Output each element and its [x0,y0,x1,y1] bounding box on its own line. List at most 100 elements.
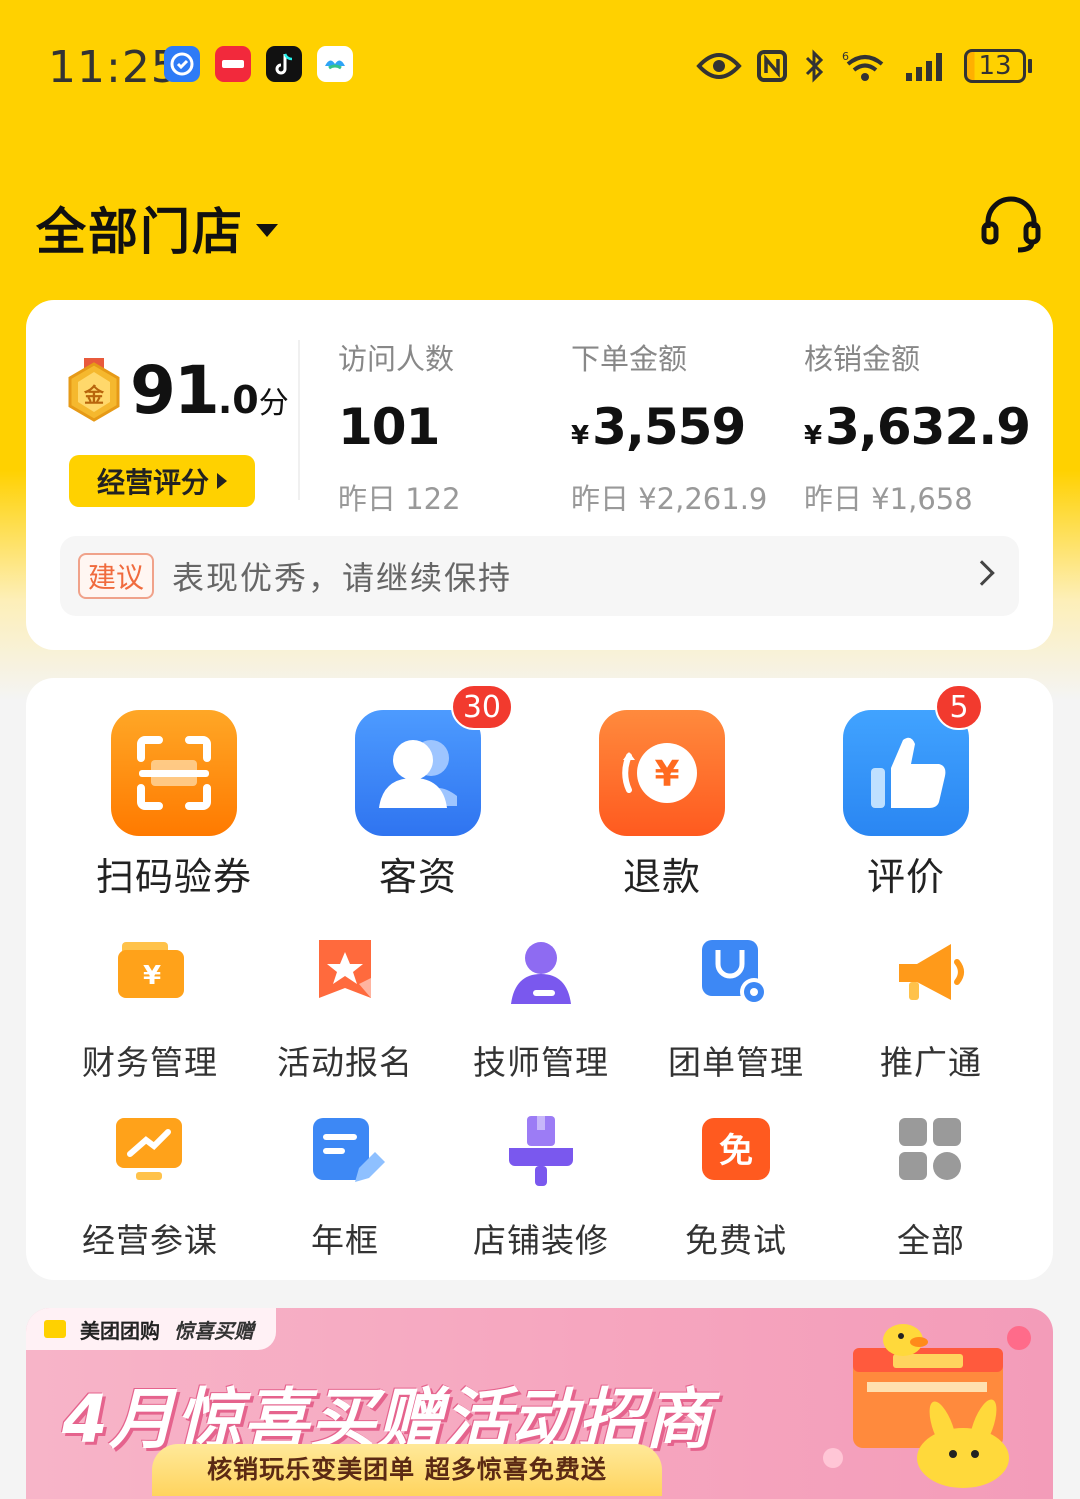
svg-text:免: 免 [719,1131,753,1171]
banner-brand-tag: 美团团购 惊喜买赠 [26,1308,276,1350]
tool-label: 扫码验券 [95,855,252,899]
tool-label: 技师管理 [473,1043,609,1082]
tool-refund[interactable]: ¥ 退款 [562,710,762,901]
promo-banner[interactable]: 美团团购 惊喜买赠 4月惊喜买赠活动招商 核销玩乐变美团单 超多惊喜免费送 [26,1308,1053,1499]
scan-icon [111,710,237,836]
metric-label: 访问人数 [338,342,455,376]
tools-card: 扫码验券 30 客资 ¥ 退款 5 评价 ¥ 财务管理 活动报名 技师管理 团单… [26,678,1053,1280]
suggestion-text: 表现优秀，请继续保持 [172,559,513,597]
store-selector-label: 全部门店 [36,203,244,261]
tool-label: 退款 [622,855,701,899]
tool-group-deals[interactable]: 团单管理 [651,934,821,1084]
nfc-icon [757,50,787,82]
tool-label: 全部 [897,1221,965,1260]
tool-label: 店铺装修 [473,1221,609,1260]
signal-icon [906,53,942,81]
tool-customer-leads[interactable]: 30 客资 [318,684,518,901]
bluetooth-icon [805,49,824,83]
status-time: 11:25 [48,42,180,93]
unread-badge: 30 [450,684,513,730]
metric-yesterday: 昨日 122 [338,482,461,516]
score-unit: 分 [258,386,289,421]
metric-yesterday: 昨日 ¥2,261.9 [571,482,768,516]
score-main: 91 [130,352,220,429]
banner-campaign: 惊喜买赠 [174,1318,254,1343]
refund-icon: ¥ [599,710,725,836]
tiktok-icon [266,46,302,82]
star-flag-icon [319,940,371,998]
status-bar: 11:25 6 13 [0,30,1080,100]
cloud-app-icon [317,46,353,82]
svg-text:¥: ¥ [654,754,679,795]
megaphone-icon [899,944,964,1000]
person-icon [511,942,571,1004]
banner-subtitle: 核销玩乐变美团单 超多惊喜免费送 [152,1444,662,1496]
business-score: 91.0分 [130,352,289,429]
tool-label: 推广通 [880,1043,982,1082]
trend-icon [116,1118,182,1180]
svg-text:6: 6 [842,50,849,63]
metric-redeem-amount[interactable]: 核销金额 ¥3,632.9 昨日 ¥1,658 [804,336,1031,518]
metric-value: ¥3,632.9 [804,398,1031,456]
business-rating-label: 经营评分 [96,466,209,499]
tool-finance[interactable]: ¥ 财务管理 [65,934,235,1084]
tool-reviews[interactable]: 5 评价 [806,684,1006,901]
xiaohongshu-icon [215,46,251,82]
score-decimal: .0 [217,378,259,422]
paint-roller-icon [509,1116,573,1186]
tool-store-decoration[interactable]: 店铺装修 [456,1112,626,1262]
tool-annual-frame[interactable]: 年框 [260,1112,430,1262]
tool-technician[interactable]: 技师管理 [456,934,626,1084]
chevron-right-icon [969,560,995,586]
metric-order-amount[interactable]: 下单金额 ¥3,559 昨日 ¥2,261.9 [571,336,767,518]
unread-badge: 5 [935,684,983,730]
metric-value: ¥3,559 [571,398,746,456]
divider [298,340,300,500]
business-rating-button[interactable]: 经营评分 [69,455,255,507]
metric-visitors[interactable]: 访问人数 101 昨日 122 [338,336,461,518]
meituan-logo-icon [44,1320,66,1338]
thumbs-up-icon: 5 [843,684,983,836]
battery-level: 13 [964,49,1026,83]
wallet-icon: ¥ [118,942,184,998]
metric-label: 下单金额 [571,342,688,376]
banner-brand: 美团团购 [80,1318,160,1343]
caret-down-icon [256,223,278,237]
bag-gear-icon [702,940,768,1006]
tool-label: 财务管理 [82,1043,218,1082]
banner-illustration [823,1324,1031,1488]
triangle-right-icon [217,473,227,489]
tool-free-trial[interactable]: 免 免费试 [651,1112,821,1262]
tool-label: 免费试 [685,1221,787,1260]
tool-all[interactable]: 全部 [846,1112,1016,1262]
tool-label: 经营参谋 [82,1221,218,1260]
customer-icon: 30 [355,684,513,836]
metric-yesterday: 昨日 ¥1,658 [804,482,973,516]
tool-label: 年框 [311,1221,379,1260]
suggestion-tag: 建议 [78,553,154,599]
metric-value: 101 [338,398,440,456]
metric-label: 核销金额 [804,342,921,376]
tool-activity-signup[interactable]: 活动报名 [260,934,430,1084]
wifi-icon: 6 [842,50,884,81]
tool-label: 团单管理 [668,1043,804,1082]
headset-icon[interactable] [980,192,1042,254]
tool-label: 客资 [378,855,457,899]
eye-icon [696,53,742,79]
grid-icon [899,1118,961,1180]
battery-indicator: 13 [964,49,1032,83]
svg-text:¥: ¥ [143,961,161,991]
tool-label: 评价 [866,855,945,899]
tool-business-advisor[interactable]: 经营参谋 [65,1112,235,1262]
suggestion-bar[interactable]: 建议 表现优秀，请继续保持 [60,536,1019,616]
tool-scan-coupon[interactable]: 扫码验券 [74,710,274,901]
tool-promotion[interactable]: 推广通 [846,934,1016,1084]
svg-text:金: 金 [83,383,105,407]
store-selector[interactable]: 全部门店 [36,192,278,264]
free-trial-icon: 免 [702,1118,770,1180]
status-indicators: 6 13 [696,42,1032,90]
business-metrics-card: 金 91.0分 经营评分 访问人数 101 昨日 122 下单金额 ¥3,559… [26,300,1053,650]
form-edit-icon [313,1118,385,1182]
gold-medal-icon: 金 [68,358,120,422]
tool-label: 活动报名 [277,1043,413,1082]
